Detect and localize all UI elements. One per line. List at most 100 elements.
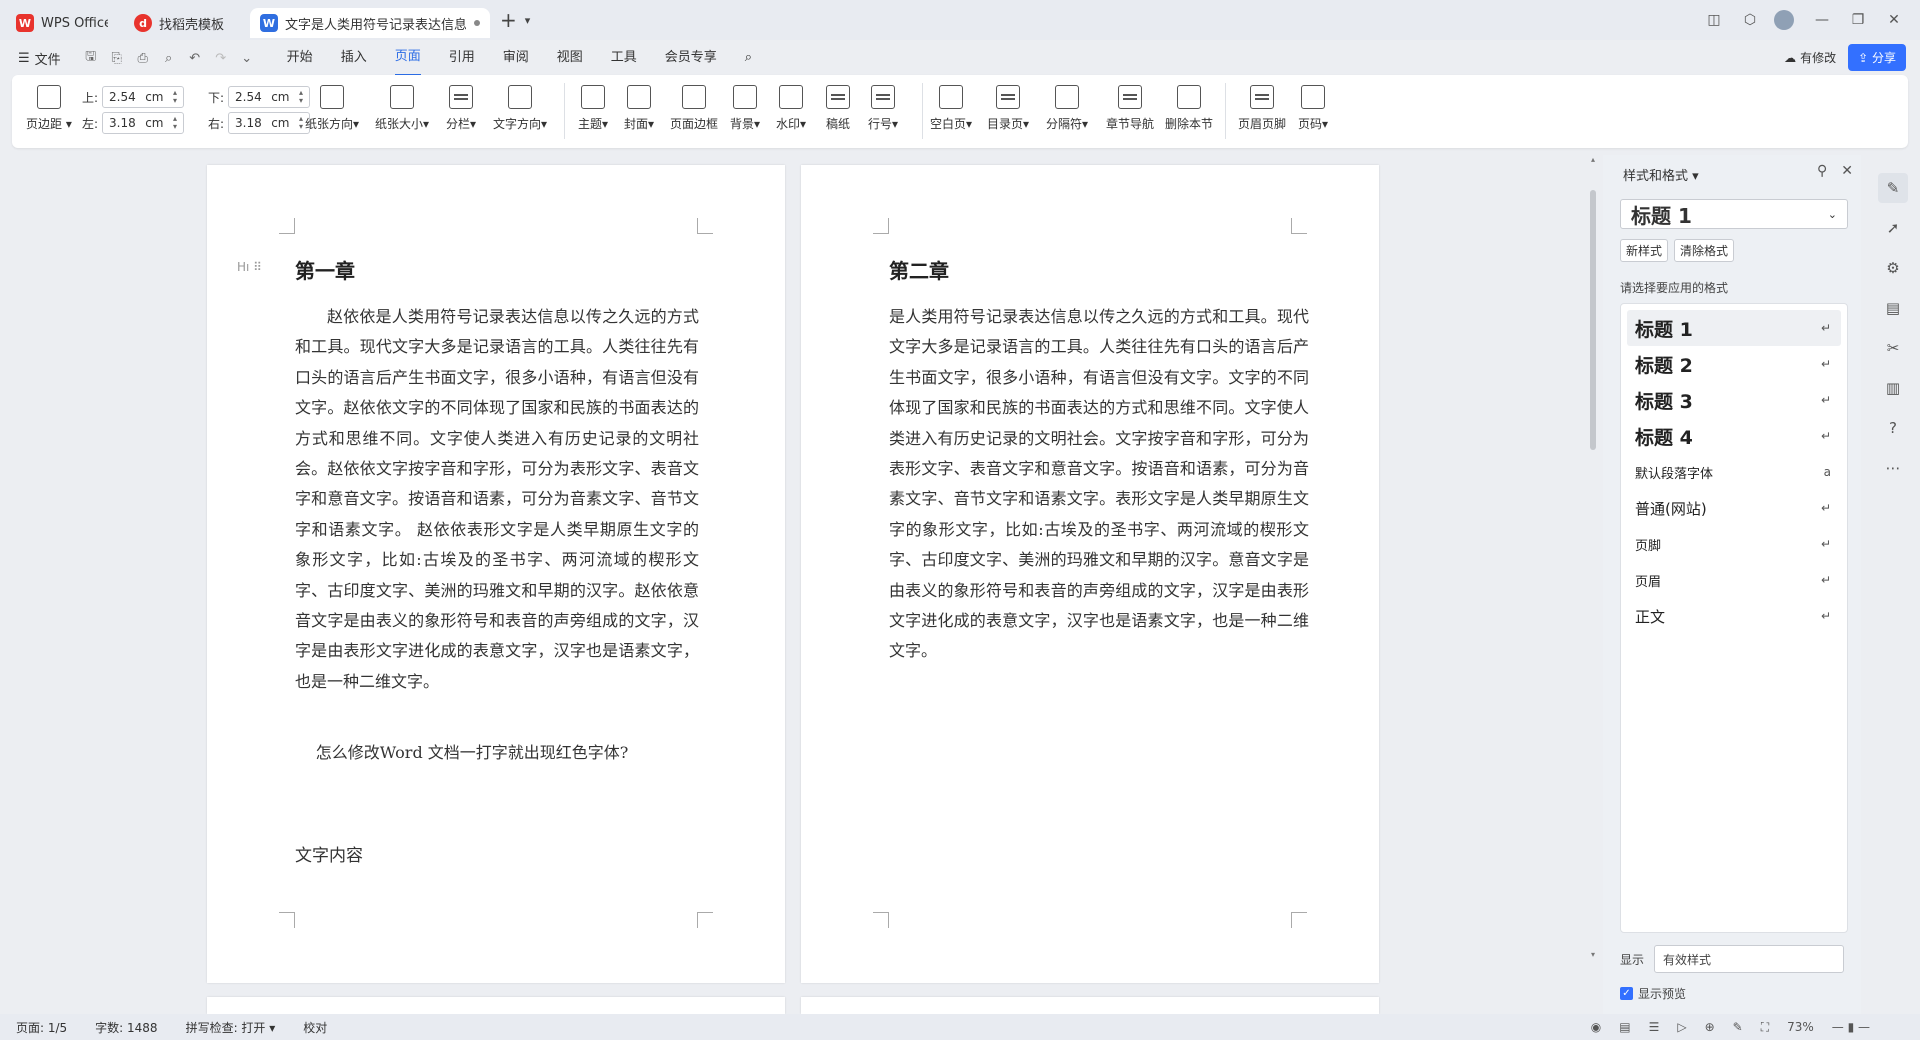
- body-paragraph[interactable]: 是人类用符号记录表达信息以传之久远的方式和工具。现代文字大多是记录语言的工具。人…: [889, 302, 1309, 667]
- page-border-button[interactable]: 页面边框: [670, 85, 718, 132]
- print-preview-icon[interactable]: ⌕: [159, 51, 179, 66]
- page-view-icon[interactable]: ▤: [1619, 1020, 1630, 1034]
- body-paragraph[interactable]: 赵依依是人类用符号记录表达信息以传之久远的方式和工具。现代文字大多是记录语言的工…: [295, 302, 699, 697]
- print-icon[interactable]: ⎙: [133, 51, 153, 66]
- file-menu[interactable]: ☰ 文件: [18, 49, 61, 68]
- tab-references[interactable]: 引用: [449, 40, 475, 76]
- style-item-heading-1[interactable]: 标题 1 ↵: [1627, 310, 1841, 346]
- toc-page-button[interactable]: 目录页▾: [987, 85, 1029, 132]
- cover-button[interactable]: 封面▾: [624, 85, 654, 132]
- section-nav-button[interactable]: 章节导航: [1106, 85, 1154, 132]
- zoom-slider[interactable]: — ▮ —: [1832, 1020, 1870, 1034]
- eye-icon[interactable]: ◉: [1591, 1020, 1601, 1034]
- drag-handle-icon[interactable]: Hı ⠿: [237, 260, 262, 274]
- pen-icon[interactable]: ✎: [1733, 1020, 1743, 1034]
- undo-icon[interactable]: ↶: [185, 51, 205, 66]
- tab-docer-templates[interactable]: d 找稻壳模板: [124, 8, 244, 38]
- share-button[interactable]: ⇪ 分享: [1848, 44, 1906, 71]
- delete-section-button[interactable]: 删除本节: [1165, 85, 1213, 132]
- blank-page-button[interactable]: 空白页▾: [930, 85, 972, 132]
- chapter-heading[interactable]: 第一章: [295, 255, 355, 284]
- outline-view-icon[interactable]: ☰: [1649, 1020, 1660, 1034]
- word-count[interactable]: 字数: 1488: [95, 1019, 157, 1036]
- manuscript-button[interactable]: 稿纸: [826, 85, 850, 132]
- columns-button[interactable]: 分栏▾: [446, 85, 476, 132]
- paper-size-button[interactable]: 纸张大小▾: [375, 85, 429, 132]
- separator-button[interactable]: 分隔符▾: [1046, 85, 1088, 132]
- modified-button[interactable]: ☁ 有修改: [1784, 49, 1836, 66]
- theme-button[interactable]: 主题▾: [578, 85, 608, 132]
- tab-wps-office[interactable]: W WPS Office: [6, 8, 118, 38]
- vertical-scrollbar[interactable]: ▴ ▾: [1588, 155, 1598, 1015]
- background-button[interactable]: 背景▾: [730, 85, 760, 132]
- share-link-icon[interactable]: ⎘: [107, 51, 127, 66]
- tab-review[interactable]: 审阅: [503, 40, 529, 76]
- style-item-body[interactable]: 正文 ↵: [1627, 598, 1841, 634]
- more-icon[interactable]: ⋯: [1878, 453, 1908, 483]
- close-icon[interactable]: ✕: [1878, 12, 1910, 28]
- new-style-button[interactable]: 新样式: [1620, 239, 1669, 262]
- scroll-thumb[interactable]: [1590, 190, 1596, 450]
- content-label[interactable]: 文字内容: [295, 841, 699, 871]
- spell-check-toggle[interactable]: 拼写检查: 打开 ▾: [186, 1019, 276, 1036]
- show-filter-select[interactable]: 有效样式: [1654, 945, 1845, 973]
- watermark-button[interactable]: 水印▾: [776, 85, 806, 132]
- web-view-icon[interactable]: ⊕: [1705, 1020, 1715, 1034]
- tab-page[interactable]: 页面: [394, 40, 421, 76]
- page-1[interactable]: Hı ⠿ 第一章 赵依依是人类用符号记录表达信息以传之久远的方式和工具。现代文字…: [207, 165, 785, 983]
- show-preview-checkbox[interactable]: ✓ 显示预览: [1620, 985, 1686, 1002]
- margin-top-input[interactable]: 2.54 cm ▴ ▾: [102, 86, 184, 108]
- edit-card-icon[interactable]: ▤: [1878, 293, 1908, 323]
- proofread-button[interactable]: 校对: [303, 1019, 327, 1036]
- text-direction-button[interactable]: 文字方向▾: [493, 85, 547, 132]
- new-tab-icon[interactable]: +: [500, 8, 517, 32]
- margin-right-input[interactable]: 3.18 cm ▴ ▾: [228, 112, 310, 134]
- close-panel-icon[interactable]: ✕: [1841, 163, 1853, 179]
- save-icon[interactable]: 🖫: [81, 47, 101, 69]
- help-icon[interactable]: ?: [1878, 413, 1908, 443]
- current-style-select[interactable]: 标题 1 ⌄: [1620, 199, 1848, 229]
- question-paragraph[interactable]: 怎么修改Word 文档一打字就出现红色字体?: [295, 738, 699, 768]
- unsaved-dot-icon[interactable]: [474, 20, 480, 26]
- layout-icon[interactable]: ◫: [1698, 12, 1730, 28]
- tab-tools[interactable]: 工具: [611, 40, 637, 76]
- restore-icon[interactable]: ❐: [1842, 12, 1874, 28]
- tab-document[interactable]: W 文字是人类用符号记录表达信息以: [250, 8, 490, 38]
- scroll-down-icon[interactable]: ▾: [1588, 950, 1598, 959]
- header-footer-button[interactable]: 页眉页脚: [1238, 85, 1286, 132]
- margin-left-input[interactable]: 3.18 cm ▴ ▾: [102, 112, 184, 134]
- line-number-button[interactable]: 行号▾: [868, 85, 898, 132]
- tab-view[interactable]: 视图: [557, 40, 583, 76]
- page-number-button[interactable]: 页码▾: [1298, 85, 1328, 132]
- pen-icon[interactable]: ✎: [1878, 173, 1908, 203]
- avatar[interactable]: [1774, 10, 1794, 30]
- book-icon[interactable]: ▥: [1878, 373, 1908, 403]
- clear-format-button[interactable]: 清除格式: [1674, 239, 1735, 262]
- margin-bottom-input[interactable]: 2.54 cm ▴ ▾: [228, 86, 310, 108]
- zoom-level[interactable]: 73%: [1787, 1020, 1814, 1034]
- minimize-icon[interactable]: —: [1806, 12, 1838, 28]
- style-item-heading-3[interactable]: 标题 3 ↵: [1627, 382, 1841, 418]
- tab-start[interactable]: 开始: [287, 40, 313, 76]
- tools-icon[interactable]: ✂: [1878, 333, 1908, 363]
- chevron-down-icon[interactable]: ⌄: [237, 51, 257, 66]
- style-item-heading-4[interactable]: 标题 4 ↵: [1627, 418, 1841, 454]
- page-indicator[interactable]: 页面: 1/5: [16, 1019, 67, 1036]
- sliders-icon[interactable]: ⚙: [1878, 253, 1908, 283]
- tab-member[interactable]: 会员专享: [665, 40, 717, 76]
- tab-insert[interactable]: 插入: [341, 40, 367, 76]
- page-4[interactable]: [801, 997, 1379, 1014]
- pin-icon[interactable]: ⚲: [1817, 163, 1827, 179]
- orientation-button[interactable]: 纸张方向▾: [305, 85, 359, 132]
- style-item-footer[interactable]: 页脚 ↵: [1627, 526, 1841, 562]
- panel-title[interactable]: 样式和格式 ▾: [1623, 165, 1699, 184]
- page-2[interactable]: 第二章 是人类用符号记录表达信息以传之久远的方式和工具。现代文字大多是记录语言的…: [801, 165, 1379, 983]
- play-icon[interactable]: ▷: [1677, 1020, 1686, 1034]
- chapter-heading[interactable]: 第二章: [889, 255, 949, 284]
- margins-button[interactable]: 页边距 ▾: [26, 85, 72, 132]
- tab-list-chevron-icon[interactable]: ▾: [525, 14, 531, 27]
- fit-icon[interactable]: ⛶: [1761, 1020, 1769, 1035]
- page-3[interactable]: [207, 997, 785, 1014]
- style-item-header[interactable]: 页眉 ↵: [1627, 562, 1841, 598]
- style-item-default-font[interactable]: 默认段落字体 a: [1627, 454, 1841, 490]
